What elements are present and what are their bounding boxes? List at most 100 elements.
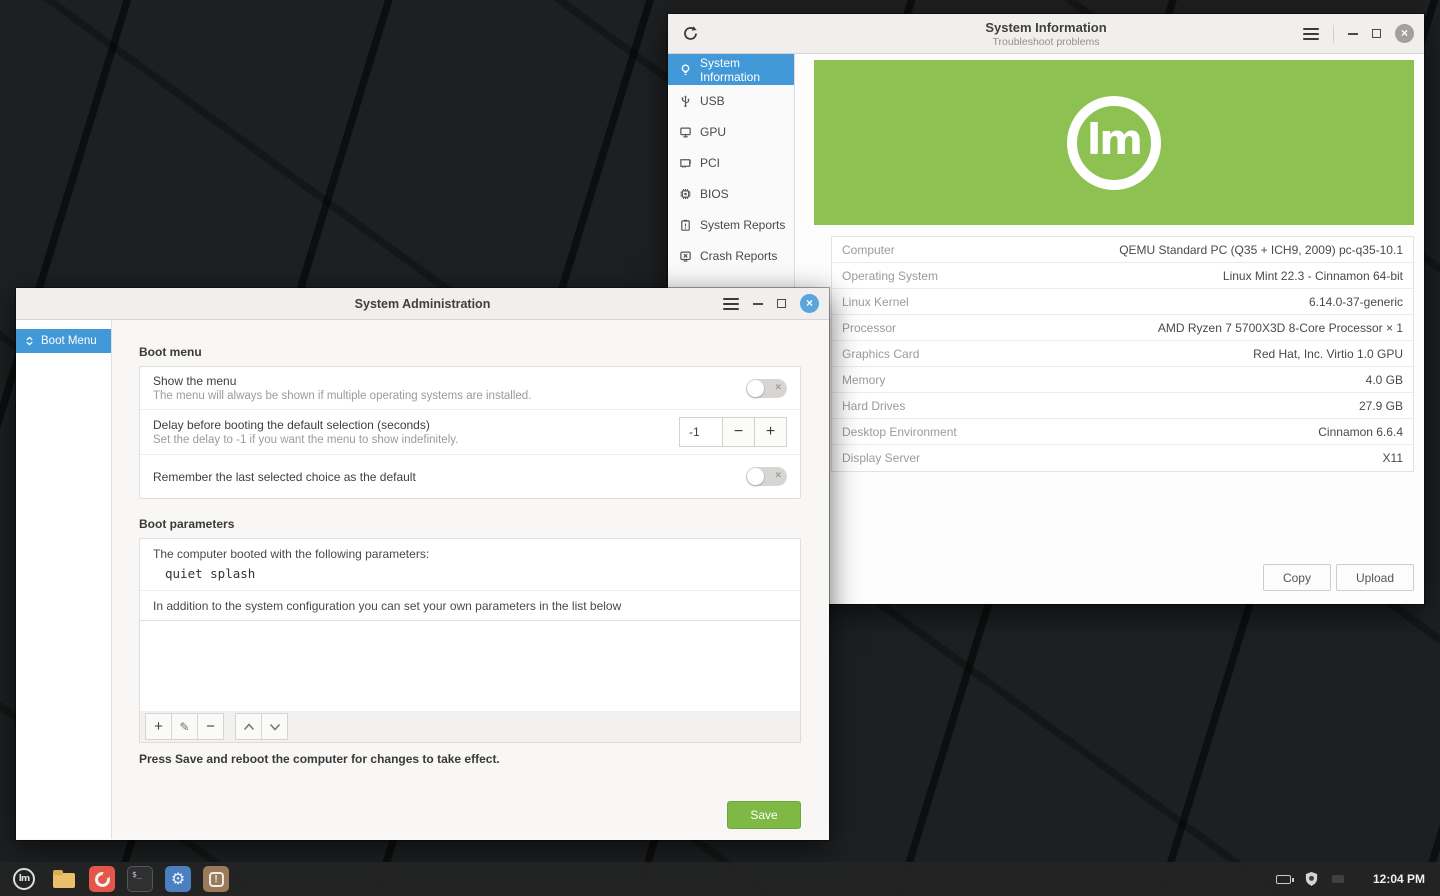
shield-icon[interactable] (1304, 871, 1319, 887)
sidebar-item-gpu[interactable]: GPU (668, 116, 794, 147)
table-row: ProcessorAMD Ryzen 7 5700X3D 8-Core Proc… (832, 315, 1413, 341)
admin-content: Boot menu Show the menu The menu will al… (112, 320, 829, 839)
table-row: Display ServerX11 (832, 445, 1413, 471)
sidebar-item-usb[interactable]: USB (668, 85, 794, 116)
info-pin-icon (678, 62, 693, 77)
boot-parameters-info-box: The computer booted with the following p… (139, 538, 801, 622)
params-description: The computer booted with the following p… (140, 539, 800, 561)
clock[interactable]: 12:04 PM (1373, 872, 1425, 886)
system-info-table: ComputerQEMU Standard PC (Q35 + ICH9, 20… (831, 236, 1414, 472)
sidebar-item-crash-reports[interactable]: Crash Reports (668, 240, 794, 271)
sysinfo-main: lm ComputerQEMU Standard PC (Q35 + ICH9,… (795, 54, 1424, 603)
tray-app-icon[interactable] (1332, 875, 1344, 883)
menu-icon[interactable] (723, 298, 739, 310)
delay-spinner: -1 − + (679, 417, 787, 447)
decrement-button[interactable]: − (723, 417, 755, 447)
move-up-button[interactable] (235, 713, 262, 740)
table-row: Graphics CardRed Hat, Inc. Virtio 1.0 GP… (832, 341, 1413, 367)
refresh-icon (682, 25, 699, 42)
sidebar-item-boot-menu[interactable]: Boot Menu (16, 329, 111, 353)
chevron-down-icon (269, 723, 281, 731)
setting-row-delay: Delay before booting the default selecti… (140, 410, 800, 455)
boot-menu-settings-group: Show the menu The menu will always be sh… (139, 366, 801, 499)
folder-icon (53, 873, 75, 888)
setting-row-remember: Remember the last selected choice as the… (140, 455, 800, 498)
usb-icon (678, 93, 693, 108)
menu-icon[interactable] (1303, 28, 1319, 40)
mint-banner: lm (814, 60, 1414, 225)
pencil-icon: ✎ (179, 720, 189, 734)
table-row: Memory4.0 GB (832, 367, 1413, 393)
sidebar-item-system-information[interactable]: System Information (668, 54, 794, 85)
sidebar-item-system-reports[interactable]: System Reports (668, 209, 794, 240)
upload-button[interactable]: Upload (1336, 564, 1414, 591)
save-reboot-note: Press Save and reboot the computer for c… (139, 752, 500, 766)
system-reports-button[interactable]: ! (203, 866, 229, 892)
section-header: Boot parameters (139, 517, 234, 531)
remember-choice-toggle[interactable]: ✕ (746, 467, 787, 486)
browser-button[interactable] (89, 866, 115, 892)
table-row: Hard Drives27.9 GB (832, 393, 1413, 419)
list-toolbar: + ✎ − (139, 711, 801, 743)
admin-titlebar[interactable]: System Administration × (16, 288, 829, 320)
linux-mint-logo-icon: lm (1067, 96, 1161, 190)
remove-parameter-button[interactable]: − (197, 713, 224, 740)
sidebar-item-pci[interactable]: PCI (668, 147, 794, 178)
params-hint: In addition to the system configuration … (140, 590, 800, 621)
section-header: Boot menu (139, 345, 202, 359)
minimize-button[interactable] (753, 303, 763, 305)
move-down-button[interactable] (261, 713, 288, 740)
maximize-button[interactable] (777, 299, 786, 308)
browser-icon (95, 872, 110, 887)
increment-button[interactable]: + (755, 417, 787, 447)
divider (1333, 25, 1334, 43)
sysinfo-titlebar[interactable]: System Information Troubleshoot problems… (668, 14, 1424, 54)
show-menu-toggle[interactable]: ✕ (746, 379, 787, 398)
file-manager-button[interactable] (51, 866, 77, 892)
chip-icon (678, 186, 693, 201)
warning-icon: ! (209, 872, 224, 887)
crash-screen-icon (678, 248, 693, 263)
monitor-icon (678, 124, 693, 139)
copy-button[interactable]: Copy (1263, 564, 1331, 591)
close-button[interactable]: × (1395, 24, 1414, 43)
system-tray: 12:04 PM (1276, 871, 1440, 887)
terminal-button[interactable]: $_ (127, 866, 153, 892)
sidebar-item-label: Boot Menu (41, 335, 97, 347)
table-row: Operating SystemLinux Mint 22.3 - Cinnam… (832, 263, 1413, 289)
setting-row-show-menu: Show the menu The menu will always be sh… (140, 367, 800, 410)
taskbar: lm $_ ⚙ ! 12:04 PM (0, 862, 1440, 896)
clipboard-icon (678, 217, 693, 232)
refresh-button[interactable] (678, 22, 702, 46)
table-row: ComputerQEMU Standard PC (Q35 + ICH9, 20… (832, 237, 1413, 263)
edit-parameter-button[interactable]: ✎ (171, 713, 198, 740)
sidebar-item-label: System Reports (700, 218, 785, 232)
system-settings-button[interactable]: ⚙ (165, 866, 191, 892)
terminal-icon: $_ (132, 870, 142, 879)
close-button[interactable]: × (800, 294, 819, 313)
mint-menu-button[interactable]: lm (9, 864, 39, 894)
boot-parameters-value: quiet splash (140, 561, 800, 590)
delay-value-field[interactable]: -1 (679, 417, 723, 447)
sidebar-item-label: PCI (700, 156, 720, 170)
admin-sidebar: Boot Menu (16, 320, 112, 839)
chevron-up-icon (243, 723, 255, 731)
sidebar-item-label: System Information (700, 56, 794, 84)
sidebar-item-bios[interactable]: BIOS (668, 178, 794, 209)
system-administration-window: System Administration × Boot Menu Boot m… (16, 288, 829, 840)
minimize-button[interactable] (1348, 33, 1358, 35)
add-parameter-button[interactable]: + (145, 713, 172, 740)
table-row: Linux Kernel6.14.0-37-generic (832, 289, 1413, 315)
table-row: Desktop EnvironmentCinnamon 6.6.4 (832, 419, 1413, 445)
battery-icon[interactable] (1276, 875, 1291, 884)
save-button[interactable]: Save (727, 801, 801, 829)
maximize-button[interactable] (1372, 29, 1381, 38)
pci-card-icon (678, 155, 693, 170)
up-down-arrows-icon (24, 335, 35, 347)
window-title: System Administration (16, 297, 829, 311)
toggle-knob (747, 380, 764, 397)
toggle-knob (747, 468, 764, 485)
gear-icon: ⚙ (171, 869, 185, 888)
sidebar-item-label: BIOS (700, 187, 729, 201)
custom-parameters-list[interactable] (139, 620, 801, 712)
